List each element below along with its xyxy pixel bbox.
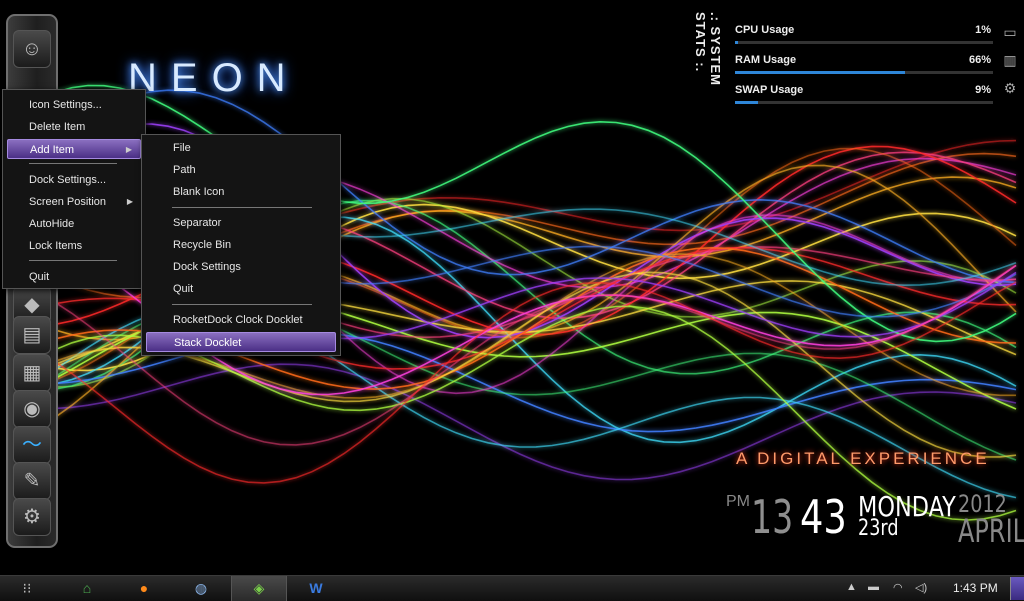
swap-usage-track [735, 101, 993, 104]
menu-item-quit[interactable]: Quit [7, 267, 141, 287]
clock-minute: 43 [800, 490, 847, 544]
finder-icon[interactable]: ☺ [13, 30, 51, 68]
submenu-item-clock-docklet[interactable]: RocketDock Clock Docklet [146, 310, 336, 330]
submenu-item-blank-icon[interactable]: Blank Icon [146, 182, 336, 202]
paint-app-icon[interactable]: ◈ [231, 576, 287, 601]
tray-expand-icon[interactable]: ▲ [846, 581, 857, 593]
submenu-arrow-icon: ▶ [126, 197, 133, 206]
ram-usage-value: 66% [968, 54, 991, 66]
cpu-usage-fill [735, 41, 738, 44]
ram-usage-fill [735, 71, 906, 74]
settings-app-icon[interactable]: ⚙ [13, 498, 51, 536]
firefox-icon[interactable]: ● [117, 576, 171, 601]
cpu-usage-value: 1% [975, 24, 991, 36]
system-stats-title: .: SYSTEM STATS :. [693, 12, 723, 87]
swap-usage-stat: SWAP Usage 9% [735, 84, 995, 112]
submenu-item-dock-settings[interactable]: Dock Settings [146, 257, 336, 277]
battery-icon[interactable]: ▬ [868, 581, 879, 593]
word-icon[interactable]: W [289, 576, 343, 601]
neon-title: NEON [128, 56, 300, 100]
submenu-item-recycle-bin[interactable]: Recycle Bin [146, 235, 336, 255]
menu-separator [29, 163, 117, 164]
menu-item-add-item[interactable]: Add Item ▶ [7, 139, 141, 159]
start-grid-icon[interactable]: ⁝⁝ [0, 576, 54, 601]
clock-month: APRIL [958, 512, 1024, 550]
wifi-icon[interactable]: ◠ [893, 581, 903, 594]
volume-icon[interactable]: ◁) [915, 581, 927, 594]
menu-separator [29, 260, 117, 261]
menu-item-autohide[interactable]: AutoHide [7, 214, 141, 234]
submenu-item-path[interactable]: Path [146, 160, 336, 180]
monitor-icon: ▭ [1003, 24, 1017, 40]
menu-item-delete-item[interactable]: Delete Item [7, 117, 141, 137]
tray-clock[interactable]: 1:43 PM [953, 581, 998, 595]
submenu-arrow-icon: ▶ [125, 145, 132, 154]
activity-monitor-icon[interactable]: 〜 [13, 426, 51, 464]
cpu-usage-track [735, 41, 993, 44]
ram-usage-label: RAM Usage [735, 54, 797, 66]
submenu-item-quit[interactable]: Quit [146, 279, 336, 299]
cpu-usage-label: CPU Usage [735, 24, 795, 36]
menu-item-screen-position[interactable]: Screen Position ▶ [7, 192, 141, 212]
dock-context-menu: Icon Settings... Delete Item Add Item ▶ D… [2, 89, 146, 289]
home-folder-icon[interactable]: ⌂ [60, 576, 114, 601]
submenu-item-file[interactable]: File [146, 138, 336, 158]
terminal-app-icon[interactable]: ▤ [13, 316, 51, 354]
tagline: A DIGITAL EXPERIENCE [736, 449, 990, 468]
swap-usage-fill [735, 101, 759, 104]
clock-ampm: PM [726, 493, 750, 510]
show-desktop-button[interactable] [1010, 577, 1024, 600]
menu-item-lock-items[interactable]: Lock Items [7, 236, 141, 256]
media-player-icon[interactable]: ◉ [13, 390, 51, 428]
menu-item-dock-settings[interactable]: Dock Settings... [7, 170, 141, 190]
submenu-item-stack-docklet[interactable]: Stack Docklet [146, 332, 336, 352]
calculator-icon[interactable]: ▦ [13, 354, 51, 392]
menu-separator [172, 207, 312, 208]
taskbar: ⁝⁝ ⌂ ● ◍ ◈ W ▲ ▬ ◠ ◁) 1:43 PM [0, 575, 1024, 601]
memory-icon: ▥ [1003, 52, 1017, 68]
clock-date: 23rd [858, 516, 899, 541]
submenu-item-separator[interactable]: Separator [146, 213, 336, 233]
ram-usage-stat: RAM Usage 66% [735, 54, 995, 82]
gear-icon: ⚙ [1003, 80, 1017, 96]
clock-hour: 13 [751, 490, 794, 544]
photoshop-icon[interactable]: ✎ [13, 462, 51, 500]
menu-item-icon-settings[interactable]: Icon Settings... [7, 95, 141, 115]
add-item-submenu: File Path Blank Icon Separator Recycle B… [141, 134, 341, 356]
swap-usage-label: SWAP Usage [735, 84, 804, 96]
cpu-usage-stat: CPU Usage 1% [735, 24, 995, 52]
menu-separator [172, 304, 312, 305]
network-app-icon[interactable]: ◍ [174, 576, 228, 601]
ram-usage-track [735, 71, 993, 74]
swap-usage-value: 9% [975, 84, 991, 96]
